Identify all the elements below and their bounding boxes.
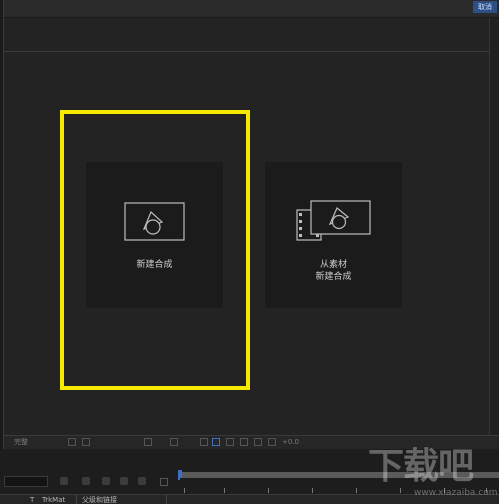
ruler-tick <box>486 488 487 493</box>
composition-header <box>4 18 499 52</box>
top-accent-button[interactable]: 取消 <box>473 1 497 13</box>
new-composition-card[interactable]: 新建合成 <box>86 162 223 308</box>
region-icon[interactable] <box>200 438 208 446</box>
from-footage-label-line2: 新建合成 <box>315 272 352 282</box>
graph-editor-icon[interactable] <box>160 478 168 486</box>
time-ruler[interactable] <box>180 478 499 494</box>
new-composition-from-footage-card[interactable]: 从素材 新建合成 <box>265 162 402 308</box>
ruler-tick <box>224 488 225 493</box>
camera-icon[interactable] <box>144 438 152 446</box>
composition-icon <box>124 202 185 241</box>
frame-blend-icon[interactable] <box>120 477 128 485</box>
toggle-icon[interactable] <box>68 438 76 446</box>
footage-composition-icon <box>296 200 371 241</box>
comp-flow-icon[interactable] <box>60 477 68 485</box>
ruler-tick <box>184 488 185 493</box>
motion-blur-icon[interactable] <box>138 477 146 485</box>
panel-tab-bar: 取消 <box>4 0 499 18</box>
new-composition-label: 新建合成 <box>136 260 173 270</box>
transparency-icon[interactable] <box>212 438 220 446</box>
settings-icon[interactable] <box>268 438 276 446</box>
ruler-tick <box>400 488 401 493</box>
ruler-tick <box>268 488 269 493</box>
view-dropdown[interactable]: 完整 <box>14 438 28 447</box>
exposure-value[interactable]: +0.0 <box>282 438 299 447</box>
composition-panel <box>4 52 489 435</box>
app-window: 取消 新建合成 从素材 新建合成 完整 +0.0 T TrkMat 父级和链接 … <box>0 0 499 504</box>
show-snapshot-icon[interactable] <box>240 438 248 446</box>
snapshot-icon[interactable] <box>226 438 234 446</box>
channel-icon[interactable] <box>170 438 178 446</box>
shy-icon[interactable] <box>102 477 110 485</box>
panel-scrollbar[interactable] <box>489 18 499 435</box>
from-footage-label-line1: 从素材 <box>319 260 347 270</box>
grid-icon[interactable] <box>82 438 90 446</box>
composition-bottom-toolbar: 完整 +0.0 <box>4 435 499 450</box>
timeline-switches <box>60 477 170 487</box>
draft-3d-icon[interactable] <box>82 477 90 485</box>
ruler-tick <box>444 488 445 493</box>
timeline-search-input[interactable] <box>4 476 48 487</box>
from-footage-label: 从素材 新建合成 <box>265 259 402 283</box>
flowchart-icon[interactable] <box>254 438 262 446</box>
ruler-tick <box>312 488 313 493</box>
ruler-tick <box>356 488 357 493</box>
